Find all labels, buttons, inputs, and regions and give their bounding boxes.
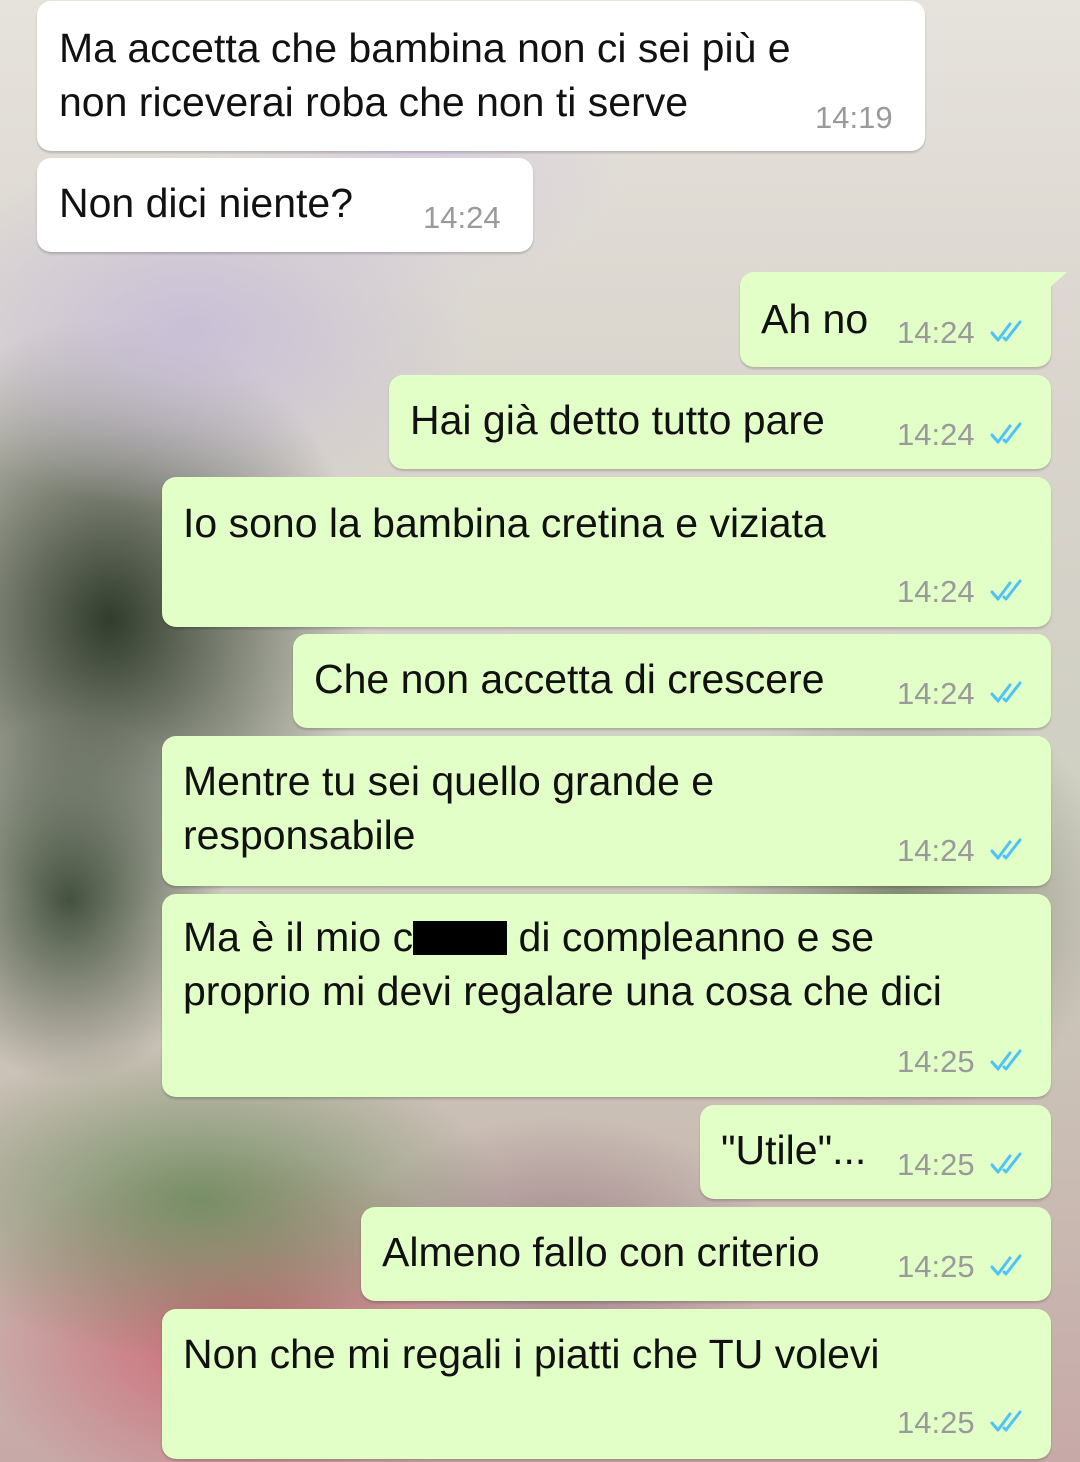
message-text-spacer <box>507 914 518 960</box>
outgoing-message[interactable]: Mentre tu sei quello grande e responsabi… <box>162 736 1051 886</box>
message-timestamp: 14:24 <box>897 833 975 868</box>
read-ticks-icon <box>990 320 1022 342</box>
message-timestamp: 14:25 <box>897 1405 975 1440</box>
message-text: non riceverai roba che non ti serve <box>59 79 689 125</box>
outgoing-message[interactable]: Hai già detto tutto pare 14:24 <box>389 375 1051 469</box>
message-text: Non che mi regali i piatti che TU volevi <box>183 1331 880 1377</box>
read-ticks-icon <box>990 1049 1022 1071</box>
message-timestamp: 14:24 <box>897 315 975 350</box>
read-ticks-icon <box>990 1254 1022 1276</box>
message-timestamp: 14:24 <box>897 676 975 711</box>
message-timestamp: 14:19 <box>815 100 893 135</box>
read-ticks-icon <box>990 1152 1022 1174</box>
message-text: Ma è il mio c di compleanno e se <box>183 910 874 964</box>
message-text: proprio mi devi regalare una cosa che di… <box>183 968 942 1014</box>
incoming-message[interactable]: Ma accetta che bambina non ci sei più e … <box>37 1 925 151</box>
message-text: Ma accetta che bambina non ci sei più e <box>59 25 791 71</box>
message-text-part: di compleanno e se <box>518 914 875 960</box>
outgoing-message[interactable]: Io sono la bambina cretina e viziata 14:… <box>162 477 1051 627</box>
message-text: Che non accetta di crescere <box>314 656 825 702</box>
message-text: "Utile"... <box>721 1127 867 1173</box>
read-ticks-icon <box>990 579 1022 601</box>
read-ticks-icon <box>990 681 1022 703</box>
redaction-bar <box>413 921 508 955</box>
message-timestamp: 14:25 <box>897 1147 975 1182</box>
message-timestamp: 14:25 <box>897 1249 975 1284</box>
message-text: Almeno fallo con criterio <box>382 1229 820 1275</box>
message-timestamp: 14:25 <box>897 1044 975 1079</box>
outgoing-message[interactable]: Non che mi regali i piatti che TU volevi… <box>162 1309 1051 1459</box>
message-timestamp: 14:24 <box>897 417 975 452</box>
message-text: Hai già detto tutto pare <box>410 397 825 443</box>
message-text: Mentre tu sei quello grande e <box>183 758 715 804</box>
outgoing-message[interactable]: Almeno fallo con criterio 14:25 <box>361 1207 1051 1301</box>
outgoing-message[interactable]: Ma è il mio c di compleanno e se proprio… <box>162 894 1051 1097</box>
outgoing-message[interactable]: Ah no 14:24 <box>740 272 1067 367</box>
message-text: Io sono la bambina cretina e viziata <box>183 500 826 546</box>
read-ticks-icon <box>990 422 1022 444</box>
message-text-part: Ma è il mio c <box>183 914 414 960</box>
outgoing-message[interactable]: "Utile"... 14:25 <box>700 1105 1051 1199</box>
incoming-message[interactable]: Non dici niente? 14:24 <box>37 158 533 252</box>
message-text: Ah no <box>761 296 869 342</box>
outgoing-message[interactable]: Che non accetta di crescere 14:24 <box>293 634 1051 728</box>
read-ticks-icon <box>990 1410 1022 1432</box>
message-timestamp: 14:24 <box>423 200 501 235</box>
message-text: Non dici niente? <box>59 180 354 226</box>
bubble-tail <box>1047 272 1067 290</box>
message-timestamp: 14:24 <box>897 574 975 609</box>
read-ticks-icon <box>990 838 1022 860</box>
message-text: responsabile <box>183 812 416 858</box>
